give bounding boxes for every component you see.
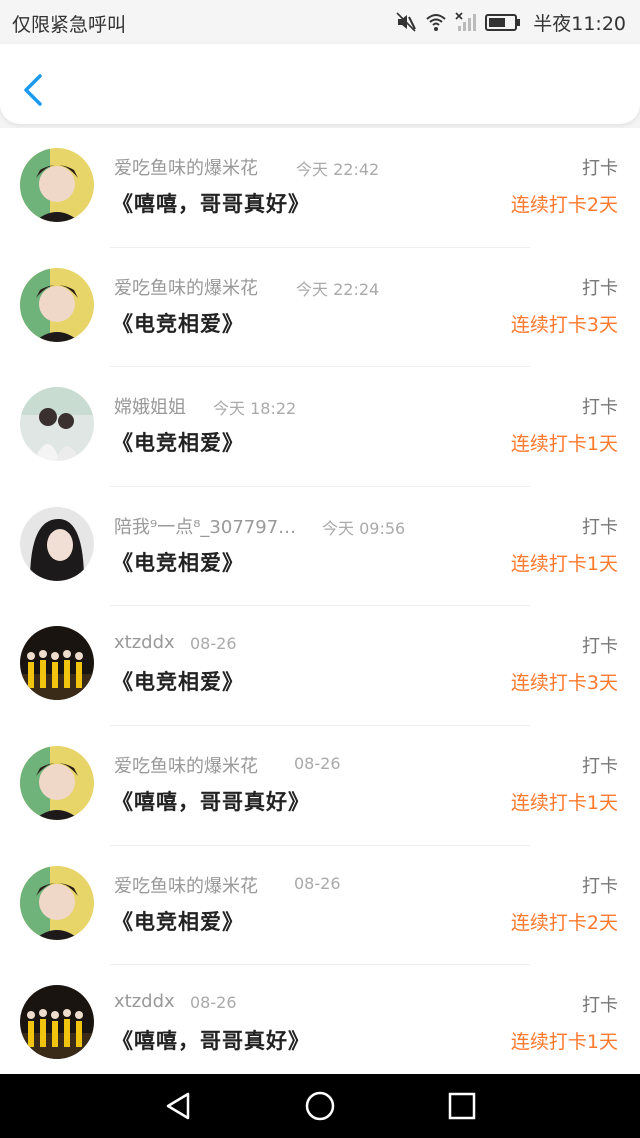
- username: 陪我⁹一点⁸_307797…: [114, 516, 297, 538]
- checkin-type: 打卡: [582, 755, 618, 777]
- timestamp: 08-26: [190, 993, 237, 1013]
- avatar[interactable]: [20, 148, 94, 222]
- streak-label: 连续打卡1天: [510, 433, 618, 456]
- back-triangle-icon: [166, 1092, 190, 1120]
- mute-icon: [395, 11, 417, 33]
- username: 爱吃鱼味的爆米花: [114, 277, 258, 299]
- list-item[interactable]: xtzddx 08-26 《电竞相爱》 打卡 连续打卡3天: [0, 606, 640, 726]
- username: xtzddx: [114, 991, 175, 1013]
- list-item[interactable]: 爱吃鱼味的爆米花 08-26 《电竞相爱》 打卡 连续打卡2天: [0, 846, 640, 966]
- recents-square-icon: [448, 1092, 476, 1120]
- checkin-type: 打卡: [582, 636, 618, 658]
- username: 爱吃鱼味的爆米花: [114, 755, 258, 777]
- streak-label: 连续打卡3天: [510, 313, 618, 336]
- timestamp: 08-26: [190, 634, 237, 654]
- book-title: 《电竞相爱》: [112, 311, 244, 336]
- avatar[interactable]: [20, 865, 94, 940]
- battery-icon: [485, 11, 521, 33]
- timestamp: 今天 22:42: [296, 160, 380, 179]
- home-circle-icon: [305, 1091, 335, 1121]
- streak-label: 连续打卡1天: [510, 791, 618, 814]
- avatar[interactable]: [20, 506, 94, 581]
- checkin-type: 打卡: [582, 875, 618, 897]
- nav-recents-button[interactable]: [446, 1090, 478, 1122]
- username: 爱吃鱼味的爆米花: [114, 875, 258, 897]
- list-item[interactable]: xtzddx 08-26 《嘻嘻，哥哥真好》 打卡 连续打卡1天: [0, 965, 640, 1074]
- checkin-type: 打卡: [582, 397, 618, 419]
- username: 爱吃鱼味的爆米花: [114, 158, 258, 179]
- avatar[interactable]: [20, 267, 94, 342]
- timestamp: 08-26: [294, 873, 341, 893]
- list-item[interactable]: 爱吃鱼味的爆米花 08-26 《嘻嘻，哥哥真好》 打卡 连续打卡1天: [0, 726, 640, 846]
- checkin-type: 打卡: [582, 277, 618, 299]
- avatar[interactable]: [20, 985, 94, 1060]
- signal-icon: [455, 11, 477, 33]
- book-title: 《嘻嘻，哥哥真好》: [112, 789, 310, 814]
- clock-text: 半夜11:20: [533, 12, 626, 35]
- header: [0, 44, 640, 128]
- list-item[interactable]: 嫦娥姐姐 今天 18:22 《电竞相爱》 打卡 连续打卡1天: [0, 367, 640, 487]
- username: xtzddx: [114, 632, 175, 654]
- timestamp: 08-26: [294, 753, 341, 773]
- username: 嫦娥姐姐: [114, 397, 186, 419]
- streak-label: 连续打卡1天: [510, 1031, 618, 1054]
- streak-label: 连续打卡2天: [510, 194, 618, 216]
- chevron-left-icon: [24, 74, 42, 106]
- checkin-type: 打卡: [582, 158, 618, 179]
- wifi-icon: [425, 11, 447, 33]
- book-title: 《嘻嘻，哥哥真好》: [112, 1029, 310, 1054]
- avatar[interactable]: [20, 745, 94, 820]
- status-bar: 仅限紧急呼叫 半夜11:20: [0, 0, 640, 44]
- list-item[interactable]: 陪我⁹一点⁸_307797… 今天 09:56 《电竞相爱》 打卡 连续打卡1天: [0, 487, 640, 607]
- carrier-text: 仅限紧急呼叫: [12, 14, 127, 36]
- list-item[interactable]: 爱吃鱼味的爆米花 今天 22:24 《电竞相爱》 打卡 连续打卡3天: [0, 248, 640, 368]
- streak-label: 连续打卡3天: [510, 672, 618, 695]
- book-title: 《电竞相爱》: [112, 670, 244, 695]
- book-title: 《电竞相爱》: [112, 909, 244, 934]
- status-icons: 半夜11:20: [395, 8, 626, 36]
- nav-back-button[interactable]: [162, 1090, 194, 1122]
- book-title: 《嘻嘻，哥哥真好》: [112, 192, 310, 216]
- book-title: 《电竞相爱》: [112, 431, 244, 456]
- book-title: 《电竞相爱》: [112, 550, 244, 575]
- timestamp: 今天 22:24: [296, 279, 380, 299]
- streak-label: 连续打卡2天: [510, 911, 618, 934]
- timestamp: 今天 18:22: [213, 399, 297, 419]
- avatar[interactable]: [20, 626, 94, 701]
- back-button[interactable]: [18, 70, 50, 110]
- list-item[interactable]: 爱吃鱼味的爆米花 今天 22:42 《嘻嘻，哥哥真好》 打卡 连续打卡2天: [0, 128, 640, 248]
- streak-label: 连续打卡1天: [510, 552, 618, 575]
- header-card: [0, 44, 640, 124]
- checkin-type: 打卡: [582, 995, 618, 1017]
- avatar[interactable]: [20, 387, 94, 462]
- checkin-list: 爱吃鱼味的爆米花 今天 22:42 《嘻嘻，哥哥真好》 打卡 连续打卡2天 爱吃…: [0, 128, 640, 1074]
- checkin-type: 打卡: [582, 516, 618, 538]
- nav-home-button[interactable]: [304, 1090, 336, 1122]
- system-nav-bar: [0, 1074, 640, 1138]
- timestamp: 今天 09:56: [322, 518, 406, 538]
